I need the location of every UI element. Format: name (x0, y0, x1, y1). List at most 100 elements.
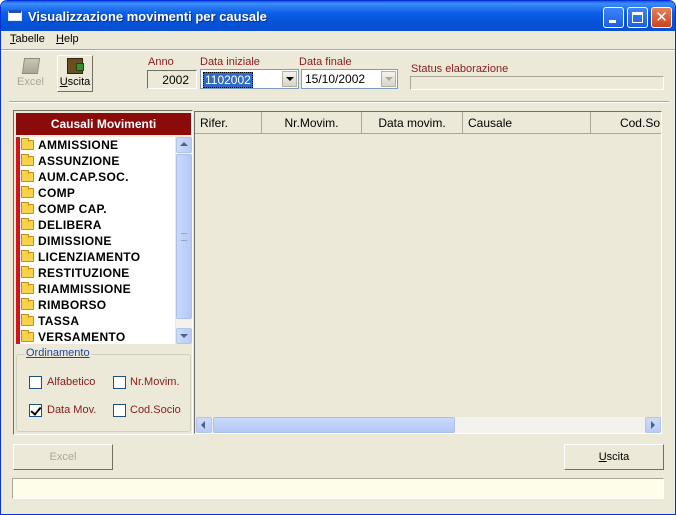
causale-label: RESTITUZIONE (38, 266, 130, 280)
column-header-data-movim[interactable]: Data movim. (362, 112, 463, 134)
folder-icon (21, 170, 34, 182)
scroll-left-icon[interactable] (196, 417, 212, 433)
maximize-icon (632, 12, 643, 23)
close-button[interactable]: ✕ (651, 7, 672, 28)
alfabetico-checkbox[interactable] (29, 376, 42, 389)
excel-button[interactable]: Excel (13, 444, 113, 470)
data-iniziale-label: Data iniziale (200, 56, 260, 68)
causale-list-item[interactable]: RIAMMISSIONE (16, 281, 175, 297)
causale-label: ASSUNZIONE (38, 154, 120, 168)
menu-tabelle[interactable]: Tabelle (10, 33, 45, 45)
menu-help[interactable]: Help (56, 33, 79, 45)
causale-list-item[interactable]: AUM.CAP.SOC. (16, 169, 175, 185)
list-stripe (16, 137, 20, 153)
minimize-button[interactable] (603, 7, 624, 28)
causale-label: TASSA (38, 314, 80, 328)
causale-list-item[interactable]: TASSA (16, 313, 175, 329)
scroll-down-icon[interactable] (176, 328, 192, 344)
app-window-icon (8, 10, 22, 21)
causale-list-item[interactable]: DIMISSIONE (16, 233, 175, 249)
menu-bar: Tabelle Help (1, 31, 675, 49)
list-stripe (16, 249, 20, 265)
causale-label: AUM.CAP.SOC. (38, 170, 129, 184)
list-stripe (16, 169, 20, 185)
data-finale-dropdown-icon[interactable] (381, 71, 396, 87)
toolbar-excel-button[interactable]: Excel (13, 55, 48, 92)
anno-field: 2002 (147, 70, 197, 89)
folder-icon (21, 138, 34, 150)
main-window: Visualizzazione movimenti per causale ✕ … (0, 0, 676, 515)
column-header-cod-socio[interactable]: Cod.So (591, 112, 661, 134)
column-header-causale[interactable]: Causale (463, 112, 591, 134)
toolbar-uscita-label: Uscita (59, 76, 91, 88)
alfabetico-label[interactable]: Alfabetico (47, 376, 95, 388)
causale-list-item[interactable]: COMP (16, 185, 175, 201)
causale-label: DIMISSIONE (38, 234, 112, 248)
toolbar-separator (9, 101, 669, 103)
data-iniziale-combo[interactable]: 1102002 (200, 69, 299, 89)
scroll-right-icon[interactable] (645, 417, 661, 433)
anno-label: Anno (148, 56, 174, 68)
causali-vertical-scrollbar[interactable] (176, 137, 192, 344)
causale-label: VERSAMENTO (38, 330, 126, 344)
list-stripe (16, 233, 20, 249)
toolbar-uscita-button[interactable]: Uscita (57, 55, 93, 92)
window-title: Visualizzazione movimenti per causale (28, 9, 267, 24)
scroll-up-icon[interactable] (176, 137, 192, 153)
cod-socio-checkbox[interactable] (113, 404, 126, 417)
toolbar-excel-label: Excel (17, 76, 44, 88)
folder-icon (21, 154, 34, 166)
movimenti-grid[interactable]: Rifer. Nr.Movim. Data movim. Causale Cod… (194, 111, 662, 434)
column-header-rifer[interactable]: Rifer. (195, 112, 262, 134)
maximize-button[interactable] (627, 7, 648, 28)
status-line (12, 478, 664, 499)
causale-list-item[interactable]: RESTITUZIONE (16, 265, 175, 281)
causale-label: COMP (38, 186, 76, 200)
data-finale-label: Data finale (299, 56, 352, 68)
data-mov-checkbox[interactable] (29, 404, 42, 417)
folder-icon (21, 202, 34, 214)
folder-icon (21, 282, 34, 294)
causali-list[interactable]: AMMISSIONE ASSUNZIONE AUM.CAP.SOC. COMP COMP… (16, 137, 175, 344)
list-stripe (16, 313, 20, 329)
causale-list-item[interactable]: COMP CAP. (16, 201, 175, 217)
uscita-button[interactable]: Uscita (564, 444, 664, 470)
causale-list-item[interactable]: AMMISSIONE (16, 137, 175, 153)
list-stripe (16, 265, 20, 281)
title-bar[interactable]: Visualizzazione movimenti per causale ✕ (1, 1, 675, 31)
folder-icon (21, 298, 34, 310)
causale-list-item[interactable]: LICENZIAMENTO (16, 249, 175, 265)
nr-movim-label[interactable]: Nr.Movim. (130, 376, 180, 388)
data-iniziale-dropdown-icon[interactable] (282, 71, 297, 87)
cod-socio-label[interactable]: Cod.Socio (130, 404, 181, 416)
folder-icon (21, 186, 34, 198)
folder-icon (21, 314, 34, 326)
list-stripe (16, 217, 20, 233)
menu-separator (1, 49, 675, 51)
folder-icon (21, 218, 34, 230)
excel-icon (21, 58, 40, 74)
grid-horizontal-scrollbar[interactable] (196, 417, 661, 433)
causali-panel: Causali Movimenti AMMISSIONE ASSUNZIONE AU… (13, 110, 193, 435)
horizontal-scroll-thumb[interactable] (213, 417, 455, 433)
scroll-thumb[interactable] (176, 154, 192, 319)
list-stripe (16, 153, 20, 169)
nr-movim-checkbox[interactable] (113, 376, 126, 389)
column-header-nr-movim[interactable]: Nr.Movim. (262, 112, 362, 134)
exit-door-icon (67, 58, 84, 74)
data-finale-combo[interactable]: 15/10/2002 (301, 69, 398, 89)
causale-list-item[interactable]: RIMBORSO (16, 297, 175, 313)
data-mov-label[interactable]: Data Mov. (47, 404, 96, 416)
causali-header: Causali Movimenti (16, 113, 191, 135)
list-stripe (16, 329, 20, 344)
data-iniziale-value[interactable]: 1102002 (203, 72, 253, 88)
grid-header: Rifer. Nr.Movim. Data movim. Causale Cod… (195, 112, 661, 134)
folder-icon (21, 234, 34, 246)
causale-list-item[interactable]: DELIBERA (16, 217, 175, 233)
list-stripe (16, 185, 20, 201)
status-elaborazione-label: Status elaborazione (411, 63, 509, 75)
causale-list-item[interactable]: ASSUNZIONE (16, 153, 175, 169)
data-finale-value[interactable]: 15/10/2002 (304, 72, 366, 86)
causale-list-item[interactable]: VERSAMENTO (16, 329, 175, 344)
folder-icon (21, 266, 34, 278)
